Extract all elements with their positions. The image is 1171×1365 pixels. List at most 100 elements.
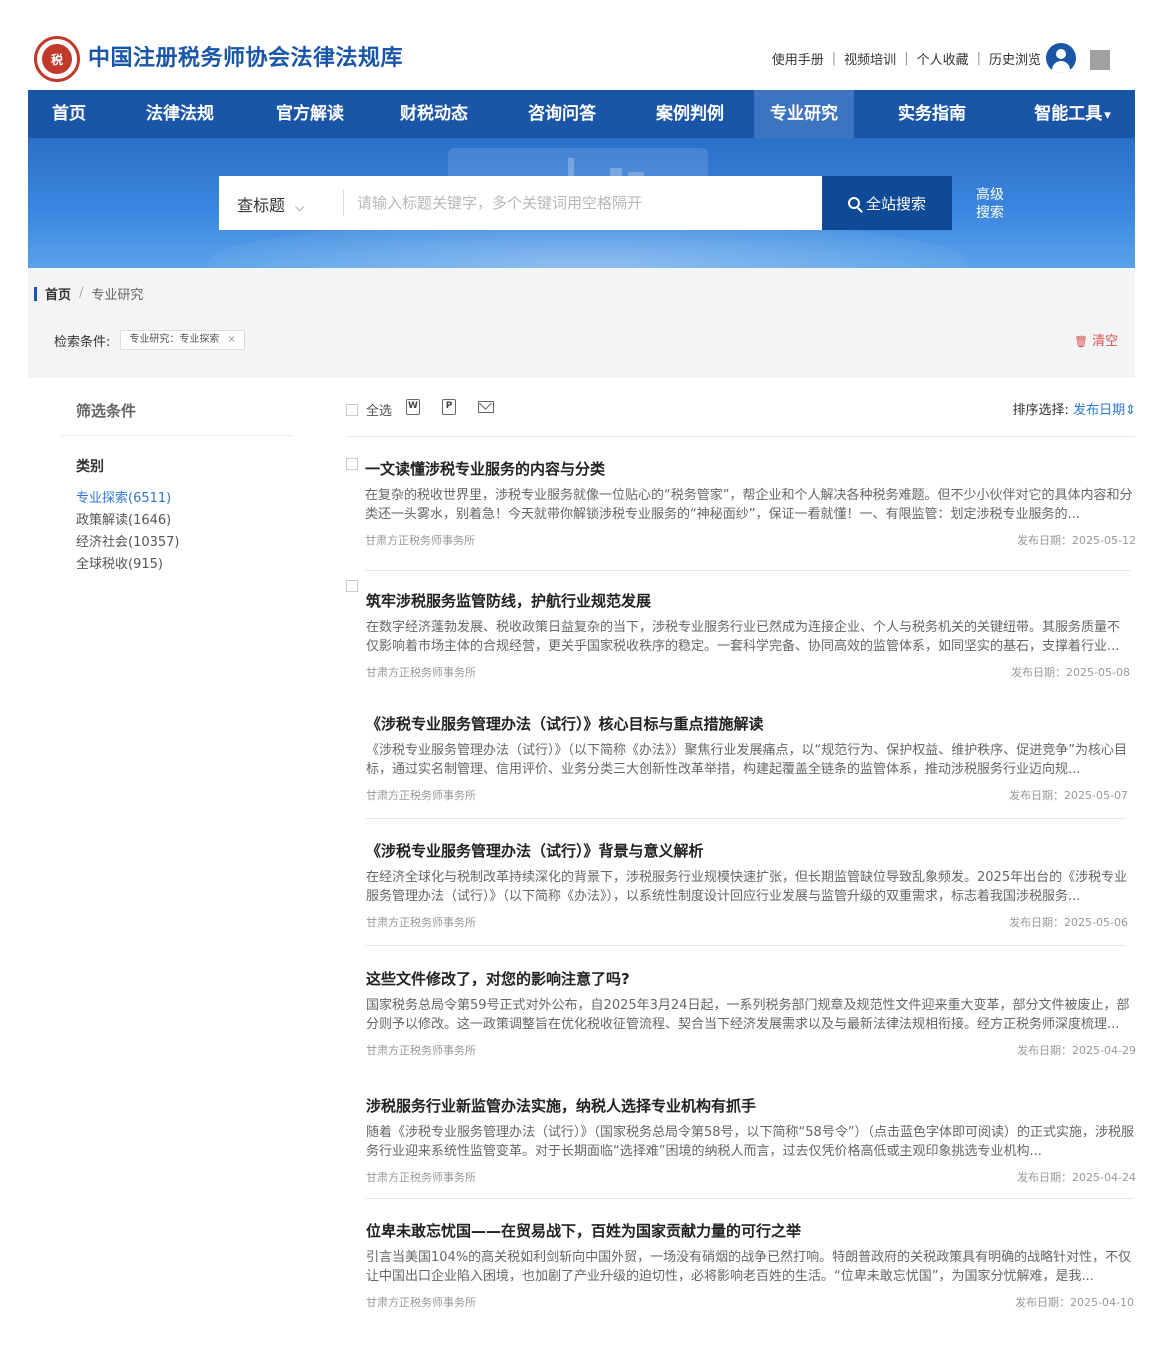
nav-cases[interactable]: 案例判例 [626,90,754,138]
article-divider [366,818,1126,819]
advanced-search-link[interactable]: 高级搜索 [976,186,1016,222]
condition-tag-label: 专业研究：专业探索 [129,334,220,345]
article-source: 甘肃方正税务师事务所 [366,916,476,929]
select-all-label: 全选 [366,404,393,419]
pdf-export-icon[interactable]: P [442,399,456,415]
article-source: 甘肃方正税务师事务所 [366,1171,476,1184]
link-favorites[interactable]: 个人收藏 [917,49,969,68]
article-divider [366,1198,1134,1199]
chevron-down-icon: ▾ [1104,108,1111,123]
filter-title: 筛选条件 [76,402,137,420]
search-box: 查标题 ⌵ [219,176,822,230]
nav-laws[interactable]: 法律法规 [110,90,250,138]
article-checkbox[interactable] [346,580,358,592]
list-item: 《涉税专业服务管理办法（试行）》背景与意义解析 在经济全球化与税制改革持续深化的… [366,838,1128,938]
article-source: 甘肃方正税务师事务所 [366,789,476,802]
site-title[interactable]: 中国注册税务师协会法律法规库 [88,40,403,72]
search-icon [847,197,860,209]
breadcrumb-marker [34,286,37,301]
list-item: 筑牢涉税服务监管防线，护航行业规范发展 在数字经济蓬勃发展、税收政策日益复杂的当… [366,588,1130,688]
category-item-policy-interpretation[interactable]: 政策解读(1646) [76,509,171,528]
article-summary: 《涉税专业服务管理办法（试行）》（以下简称《办法》）聚焦行业发展痛点，以“规范行… [366,743,1127,777]
list-item: 《涉税专业服务管理办法（试行）》核心目标与重点措施解读 《涉税专业服务管理办法（… [366,711,1128,811]
article-title[interactable]: 一文读懂涉税专业服务的内容与分类 [365,458,605,479]
link-video-training[interactable]: 视频培训 [844,49,896,68]
list-item: 位卑未敢忘忧国——在贸易战下，百姓为国家贡献力量的可行之举 引言当美国104%的… [366,1218,1134,1318]
list-item: 这些文件修改了，对您的影响注意了吗? 国家税务总局令第59号正式对外公布，自20… [366,966,1136,1066]
nav-smart-tools[interactable]: 智能工具 ▾ [1010,90,1135,138]
list-item: 一文读懂涉税专业服务的内容与分类 在复杂的税收世界里，涉税专业服务就像一位贴心的… [346,456,1136,564]
article-date: 发布日期：2025-05-12 [1017,534,1136,547]
nav-tax-news[interactable]: 财税动态 [370,90,498,138]
category-item-global-tax[interactable]: 全球税收(915) [76,553,163,572]
nav-consult-qa[interactable]: 咨询问答 [498,90,626,138]
article-date: 发布日期：2025-04-10 [1015,1296,1134,1309]
select-all[interactable]: 全选 [346,400,392,419]
category-heading: 类别 [76,459,104,475]
search-scope-label: 查标题 [237,196,286,215]
link-history[interactable]: 历史浏览 [989,49,1041,68]
nav-professional-research[interactable]: 专业研究 [754,90,854,138]
top-header: 税 中国注册税务师协会法律法规库 使用手册 | 视频培训 | 个人收藏 | 历史… [0,0,1171,90]
article-date: 发布日期：2025-05-08 [1011,666,1130,679]
search-input[interactable] [357,188,807,218]
top-links: 使用手册 | 视频培训 | 个人收藏 | 历史浏览 [772,49,1041,68]
category-item-professional-exploration[interactable]: 专业探索(6511) [76,487,171,506]
article-checkbox[interactable] [346,458,358,470]
sidebar-divider [60,435,293,436]
breadcrumb-current: 专业研究 [91,288,144,303]
link-separator: | [904,51,909,66]
article-date: 发布日期：2025-05-07 [1009,789,1128,802]
site-search-label: 全站搜索 [865,194,926,213]
trash-icon: 🗑 [1074,335,1088,348]
user-avatar-head [1056,49,1066,59]
article-divider [365,570,1130,571]
user-avatar-icon[interactable] [1046,43,1076,73]
site-search-button[interactable]: 全站搜索 [822,176,952,230]
sort-value: 发布日期 [1073,403,1126,418]
sort-label: 排序选择: [1012,403,1069,418]
nav-practice-guide[interactable]: 实务指南 [854,90,1010,138]
article-date: 发布日期：2025-05-06 [1009,916,1128,929]
article-summary: 国家税务总局令第59号正式对外公布，自2025年3月24日起，一系列税务部门规章… [366,998,1130,1032]
main-nav: 首页 法律法规 官方解读 财税动态 咨询问答 案例判例 专业研究 实务指南 智能… [28,90,1135,138]
article-date: 发布日期：2025-04-24 [1017,1171,1136,1184]
clear-conditions-button[interactable]: 🗑 清空 [1074,330,1118,349]
user-avatar-body [1052,61,1070,73]
article-source: 甘肃方正税务师事务所 [366,1296,476,1309]
list-toolbar: 全选 W P 排序选择: 发布日期⇕ [346,396,1136,420]
article-title[interactable]: 涉税服务行业新监管办法实施，纳税人选择专业机构有抓手 [366,1095,756,1116]
article-title[interactable]: 筑牢涉税服务监管防线，护航行业规范发展 [366,590,651,611]
article-title[interactable]: 位卑未敢忘忧国——在贸易战下，百姓为国家贡献力量的可行之举 [366,1220,801,1241]
article-title[interactable]: 《涉税专业服务管理办法（试行）》核心目标与重点措施解读 [366,713,764,734]
sort-selector[interactable]: 排序选择: 发布日期⇕ [1013,399,1136,418]
filter-sidebar: 筛选条件 类别 专业探索(6511) 政策解读(1646) 经济社会(10357… [36,380,310,584]
search-divider [343,190,344,216]
menu-square-icon[interactable] [1090,50,1110,70]
breadcrumb-home[interactable]: 首页 [45,284,71,303]
article-summary: 引言当美国104%的高关税如利剑斩向中国外贸，一场没有硝烟的战争已然打响。特朗普… [366,1250,1132,1284]
logo-emblem-text: 税 [42,44,72,74]
article-summary: 随着《涉税专业服务管理办法（试行）》（国家税务总局令第58号，以下简称“58号令… [366,1125,1135,1159]
word-export-icon[interactable]: W [406,399,420,415]
nav-home[interactable]: 首页 [28,90,110,138]
article-summary: 在数字经济蓬勃发展、税收政策日益复杂的当下，涉税专业服务行业已然成为连接企业、个… [366,620,1121,654]
article-summary: 在经济全球化与税制改革持续深化的背景下，涉税服务行业规模快速扩张，但长期监管缺位… [366,870,1128,904]
article-date: 发布日期：2025-04-29 [1017,1044,1136,1057]
condition-tag: 专业研究：专业探索 × [120,330,245,350]
article-title[interactable]: 这些文件修改了，对您的影响注意了吗? [366,968,630,989]
select-all-checkbox[interactable] [346,403,358,416]
close-icon[interactable]: × [227,334,235,345]
article-summary: 在复杂的税收世界里，涉税专业服务就像一位贴心的“税务管家”，帮企业和个人解决各种… [365,488,1133,522]
nav-official-interpretation[interactable]: 官方解读 [250,90,370,138]
article-title[interactable]: 《涉税专业服务管理办法（试行）》背景与意义解析 [366,840,704,861]
clear-label: 清空 [1092,334,1119,349]
search-scope-select[interactable]: 查标题 ⌵ [237,192,304,216]
category-item-economy-society[interactable]: 经济社会(10357) [76,531,180,550]
nav-smart-tools-label: 智能工具 [1034,104,1103,124]
mail-share-icon[interactable] [478,401,494,413]
article-source: 甘肃方正税务师事务所 [366,1044,476,1057]
link-user-manual[interactable]: 使用手册 [772,49,824,68]
association-logo-icon[interactable]: 税 [34,36,80,82]
filter-header-area [28,268,1135,378]
